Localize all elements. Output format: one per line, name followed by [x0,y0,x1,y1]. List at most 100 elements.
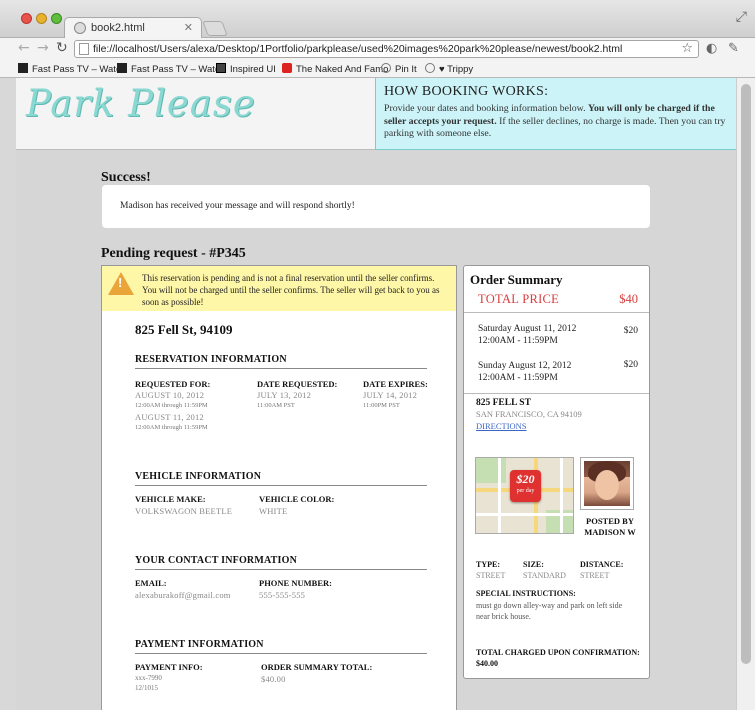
day-price: $20 [623,326,638,336]
scrollbar-thumb[interactable] [741,84,751,664]
browser-tab[interactable]: book2.html ✕ [64,17,202,39]
map-price-tag: $20 per day [510,470,541,502]
day-price: $20 [623,360,638,370]
page-favicon-icon [74,22,86,34]
youtube-icon [282,63,292,73]
forward-arrow-icon[interactable]: → [37,40,49,56]
booking-day: Saturday August 11, 2012 12:00AM - 11:59… [478,324,577,346]
requested-for-label: REQUESTED FOR: [135,379,211,389]
order-total-value: $40.00 [261,674,286,684]
contact-info-heading: YOUR CONTACT INFORMATION [135,555,427,570]
url-text[interactable]: file://localhost/Users/alexa/Desktop/1Po… [93,43,622,55]
type-label: TYPE: [476,560,500,569]
vehicle-info-heading: VEHICLE INFORMATION [135,471,427,486]
vertical-scrollbar[interactable] [736,78,755,710]
total-charged: TOTAL CHARGED UPON CONFIRMATION: $40.00 [476,648,640,668]
type-value: STREET [476,571,506,580]
wrench-icon[interactable]: ✎ [728,41,739,56]
phone-label: PHONE NUMBER: [259,578,332,588]
bookmark-item[interactable]: ♥ Trippy [425,63,473,75]
vehicle-color-value: WHITE [259,506,288,516]
email-value: alexaburakoff@gmail.com [135,590,231,600]
vehicle-make-value: VOLKSWAGON BEETLE [135,506,233,516]
card-expiry: 12/1015 [135,684,158,692]
how-booking-title: HOW BOOKING WORKS: [384,84,549,99]
tv-icon [117,63,127,73]
bookmark-item[interactable]: Fast Pass TV – Watch [18,63,126,75]
order-summary-card: Order Summary TOTAL PRICE $40 Saturday A… [463,265,650,679]
divider [464,312,649,313]
card-number: xxx-7990 [135,674,162,682]
how-booking-text: Provide your dates and booking informati… [384,103,726,139]
new-tab-button[interactable] [202,21,228,36]
email-label: EMAIL: [135,578,167,588]
extension-icon[interactable]: ◐ [706,41,717,56]
page-content: Park Please HOW BOOKING WORKS: Provide y… [16,78,736,710]
order-summary-title: Order Summary [470,272,563,287]
payment-info-heading: PAYMENT INFORMATION [135,639,427,654]
date-expires-label: DATE EXPIRES: [363,379,428,389]
date-expires-time: 11:00PM PST [363,402,400,409]
success-title: Success! [101,170,151,185]
requested-time-2: 12:00AM through 11:59PM [135,424,208,431]
site-header: Park Please HOW BOOKING WORKS: Provide y… [16,78,736,150]
date-expires-value: JULY 14, 2012 [363,390,418,400]
distance-value: STREET [580,571,610,580]
total-price-label: TOTAL PRICE [478,292,560,306]
total-price-value: $40 [619,292,638,306]
file-page-icon [79,43,89,55]
warning-text: This reservation is pending and is not a… [142,273,440,307]
park-please-logo[interactable]: Park Please [26,82,256,125]
success-message-box: Madison has received your message and wi… [102,185,650,228]
back-arrow-icon[interactable]: ← [18,40,30,56]
pending-request-title: Pending request - #P345 [101,246,246,261]
size-label: SIZE: [523,560,544,569]
bookmark-item[interactable]: Fast Pass TV – Watch [117,63,225,75]
distance-label: DISTANCE: [580,560,624,569]
bookmark-item[interactable]: Pin It [381,63,417,75]
address-bar[interactable]: file://localhost/Users/alexa/Desktop/1Po… [74,40,699,58]
close-window-button[interactable] [21,13,32,24]
ui-icon [216,63,226,73]
phone-value: 555-555-555 [259,590,306,600]
pending-warning: ! This reservation is pending and is not… [102,266,456,311]
minimize-window-button[interactable] [36,13,47,24]
location-street: 825 FELL ST [476,398,531,408]
parking-address: 825 Fell St, 94109 [135,322,233,337]
vehicle-make-label: VEHICLE MAKE: [135,494,206,504]
seller-avatar[interactable] [580,457,634,510]
date-requested-label: DATE REQUESTED: [257,379,338,389]
bookmark-star-icon[interactable]: ☆ [681,41,693,56]
bookmark-item[interactable]: The Naked And Famo [282,63,388,75]
date-requested-time: 11:00AM PST [257,402,295,409]
size-value: STANDARD [523,571,566,580]
special-instructions-label: SPECIAL INSTRUCTIONS: [476,589,576,598]
location-city: SAN FRANCISCO, CA 94109 [476,409,582,419]
reload-icon[interactable]: ↻ [56,40,68,56]
order-total-label: ORDER SUMMARY TOTAL: [261,662,373,672]
bookmark-item[interactable]: Inspired UI [216,63,276,75]
fullscreen-icon[interactable]: ⤢ [736,9,747,25]
requested-date-2: AUGUST 11, 2012 [135,412,204,422]
tab-close-icon[interactable]: ✕ [184,21,193,34]
how-booking-works-box: HOW BOOKING WORKS: Provide your dates an… [375,78,736,150]
vehicle-color-label: VEHICLE COLOR: [259,494,335,504]
date-requested-value: JULY 13, 2012 [257,390,312,400]
globe-icon [425,63,435,73]
warning-icon: ! [108,272,134,295]
reservation-card: ! This reservation is pending and is not… [101,265,457,710]
requested-time-1: 12:00AM through 11:59PM [135,402,208,409]
reservation-info-heading: RESERVATION INFORMATION [135,354,427,369]
tab-strip: book2.html ✕ ⤢ [0,0,755,39]
posted-by: POSTED BY MADISON W [584,516,636,537]
zoom-window-button[interactable] [51,13,62,24]
divider [464,393,649,394]
directions-link[interactable]: DIRECTIONS [476,421,527,431]
success-message: Madison has received your message and wi… [120,201,355,211]
browser-toolbar: ← → ↻ file://localhost/Users/alexa/Deskt… [0,38,755,60]
payment-info-label: PAYMENT INFO: [135,662,203,672]
bookmarks-bar: Fast Pass TV – Watch Fast Pass TV – Watc… [0,60,755,78]
globe-icon [381,63,391,73]
location-map[interactable]: $20 per day [475,457,574,534]
tv-icon [18,63,28,73]
